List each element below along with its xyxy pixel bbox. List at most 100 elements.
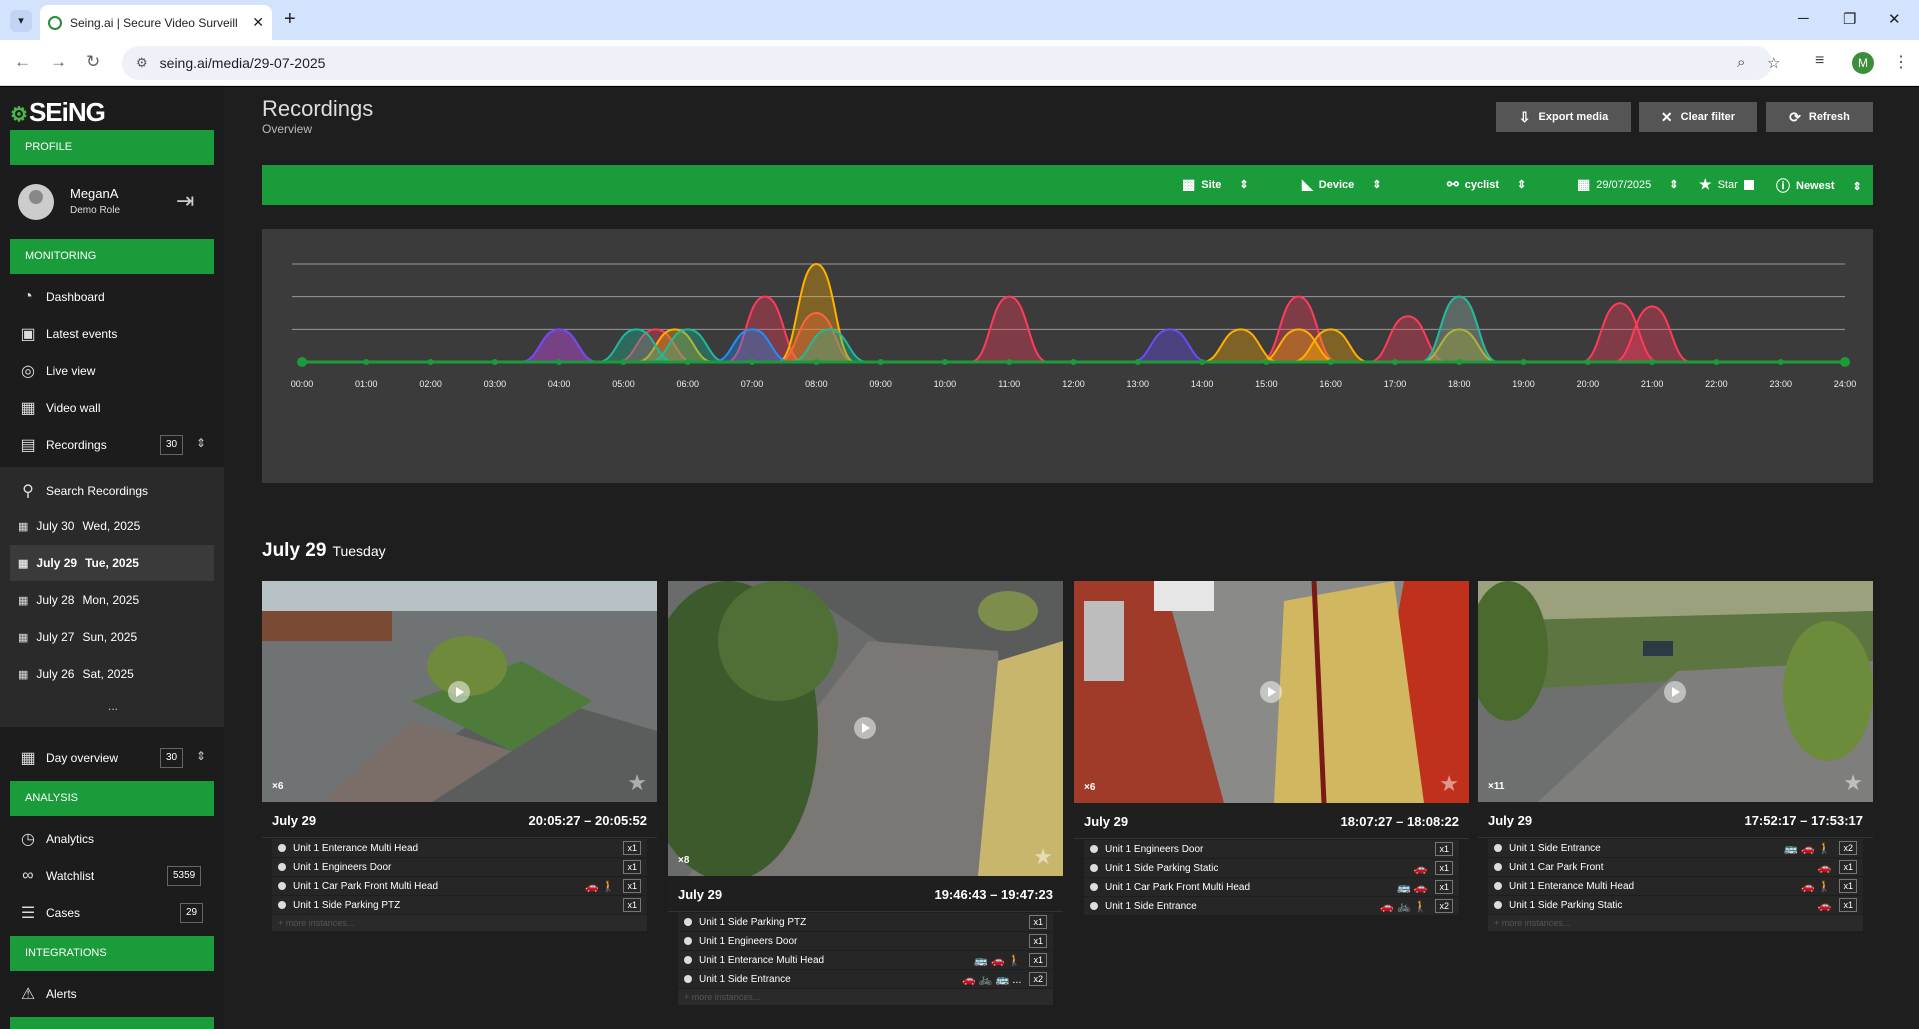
day-item[interactable]: ▦ July 26 Sat, 2025: [10, 656, 214, 692]
list-item[interactable]: Unit 1 Side Parking PTZ x1: [678, 913, 1053, 932]
media-control-icon[interactable]: ≡: [1815, 52, 1824, 70]
list-item[interactable]: Unit 1 Side Entrance 🚗 🚲 🚶 x2: [1084, 897, 1459, 916]
recording-card[interactable]: ×11 ★ July 29 17:52:17 – 17:53:17 Unit 1…: [1478, 581, 1873, 1029]
reload-icon[interactable]: ↻: [86, 52, 100, 72]
site-info-icon[interactable]: ⚙: [136, 55, 148, 71]
list-item[interactable]: Unit 1 Side Parking PTZ x1: [272, 896, 647, 915]
recording-card[interactable]: ×6 ★ July 29 18:07:27 – 18:08:22 Unit 1 …: [1074, 581, 1469, 1029]
bookmark-star-icon[interactable]: ☆: [1767, 54, 1780, 72]
device-filter[interactable]: ◣ Device ⇕: [1302, 176, 1381, 193]
sort-icon[interactable]: ⇕: [1669, 178, 1678, 191]
sort-icon[interactable]: ⇕: [1239, 178, 1248, 191]
clear-filter-button[interactable]: ✕ Clear filter: [1639, 102, 1757, 132]
back-icon[interactable]: ←: [14, 52, 31, 72]
profile-avatar[interactable]: M: [1852, 52, 1874, 74]
list-item[interactable]: Unit 1 Enterance Multi Head 🚌 🚗 🚶 x1: [678, 951, 1053, 970]
day-heading: July 29 Tuesday: [262, 540, 386, 561]
recording-card[interactable]: ×8 ★ July 29 19:46:43 – 19:47:23 Unit 1 …: [668, 581, 1063, 1029]
list-item[interactable]: Unit 1 Enterance Multi Head x1: [272, 839, 647, 858]
day-item[interactable]: ▦ July 27 Sun, 2025: [10, 619, 214, 655]
play-icon[interactable]: [1664, 681, 1686, 703]
list-item[interactable]: Unit 1 Engineers Door x1: [678, 932, 1053, 951]
tab-search-icon[interactable]: ▾: [10, 10, 32, 32]
avatar[interactable]: [18, 184, 54, 220]
search-recordings[interactable]: ⚲ Search Recordings: [18, 477, 218, 505]
favorite-star-icon[interactable]: ★: [1033, 844, 1053, 870]
more-instances-link[interactable]: + more instances...: [272, 915, 647, 931]
sidebar-item-latest-events[interactable]: ▣ Latest events: [18, 320, 218, 348]
monitoring-section-header[interactable]: MONITORING: [10, 239, 214, 274]
recording-card[interactable]: ×6 ★ July 29 20:05:27 – 20:05:52 Unit 1 …: [262, 581, 657, 1029]
favorite-star-icon[interactable]: ★: [627, 770, 647, 796]
menu-icon[interactable]: ⋮: [1893, 52, 1909, 72]
app-logo[interactable]: ⚙SEiNG: [10, 97, 106, 128]
activity-chart[interactable]: 00:00 01:00 02:00 03:00 04:00 05:00 06:00 07:00…: [262, 229, 1873, 483]
list-item[interactable]: Unit 1 Side Parking Static 🚗 x1: [1488, 896, 1863, 915]
favorite-star-icon[interactable]: ★: [1843, 770, 1863, 796]
list-item[interactable]: Unit 1 Car Park Front Multi Head 🚗 🚶 x1: [272, 877, 647, 896]
list-item[interactable]: Unit 1 Car Park Front Multi Head 🚌 🚗 x1: [1084, 878, 1459, 897]
recording-thumbnail[interactable]: ×11 ★: [1478, 581, 1873, 802]
chart-point: [1006, 359, 1013, 365]
list-item[interactable]: Unit 1 Side Entrance 🚗 🚲 🚌 ... x2: [678, 970, 1053, 989]
new-tab-icon[interactable]: +: [284, 8, 296, 31]
star-filter[interactable]: ★ Star: [1699, 176, 1754, 193]
site-filter[interactable]: ▩ Site ⇕: [1182, 176, 1249, 193]
sidebar-item-alerts[interactable]: ⚠ Alerts: [18, 980, 218, 1008]
forward-icon[interactable]: →: [50, 52, 67, 72]
chart-point: [1134, 359, 1141, 365]
list-item[interactable]: Unit 1 Engineers Door x1: [272, 858, 647, 877]
more-instances-link[interactable]: + more instances...: [678, 989, 1053, 1005]
day-item[interactable]: ▦ July 28 Mon, 2025: [10, 582, 214, 618]
sort-icon[interactable]: ⇕: [1517, 178, 1526, 191]
sidebar-item-cases[interactable]: ☰ Cases 29: [18, 899, 218, 927]
close-window-icon[interactable]: ✕: [1888, 10, 1901, 28]
recording-thumbnail[interactable]: ×8 ★: [668, 581, 1063, 876]
day-item-selected[interactable]: ▦ July 29 Tue, 2025: [10, 545, 214, 581]
day-item[interactable]: ▦ July 30 Wed, 2025: [10, 508, 214, 544]
profile-section-header[interactable]: PROFILE: [10, 130, 214, 165]
sidebar-item-analytics[interactable]: ◷ Analytics: [18, 825, 218, 853]
sort-icon[interactable]: ⇕: [196, 749, 206, 763]
play-icon[interactable]: [854, 717, 876, 739]
minimize-icon[interactable]: ─: [1798, 10, 1809, 27]
close-tab-icon[interactable]: ✕: [252, 14, 264, 31]
list-item[interactable]: Unit 1 Engineers Door x1: [1084, 840, 1459, 859]
user-role: Demo Role: [70, 205, 121, 216]
sidebar-item-watchlist[interactable]: ∞ Watchlist 5359: [18, 862, 218, 890]
sidebar-item-recordings[interactable]: ▤ Recordings 30 ⇕: [18, 431, 218, 459]
recording-thumbnail[interactable]: ×6 ★: [1074, 581, 1469, 803]
analysis-section-header[interactable]: ANALYSIS: [10, 781, 214, 816]
list-item[interactable]: Unit 1 Enterance Multi Head 🚗 🚶 x1: [1488, 877, 1863, 896]
order-filter[interactable]: ⓘ Newest ⇕: [1776, 176, 1862, 196]
play-icon[interactable]: [1260, 681, 1282, 703]
play-icon[interactable]: [448, 681, 470, 703]
recording-meta: July 29 20:05:27 – 20:05:52: [262, 802, 657, 838]
refresh-button[interactable]: ⟳ Refresh: [1766, 102, 1873, 132]
date-filter[interactable]: ▦ 29/07/2025 ⇕: [1577, 176, 1679, 193]
sidebar-item-live-view[interactable]: ◎ Live view: [18, 357, 218, 385]
url-field[interactable]: ⚙ seing.ai/media/29-07-2025 ⌕ ☆: [122, 46, 1780, 80]
export-media-button[interactable]: ⇩ Export media: [1496, 102, 1631, 132]
logout-icon[interactable]: ⇥: [176, 188, 194, 214]
sort-icon[interactable]: ⇕: [196, 436, 206, 450]
sidebar-item-video-wall[interactable]: ▦ Video wall: [18, 394, 218, 422]
list-item[interactable]: Unit 1 Side Entrance 🚌 🚗 🚶 x2: [1488, 839, 1863, 858]
sort-icon[interactable]: ⇕: [1372, 178, 1381, 191]
class-filter[interactable]: ⚯ cyclist ⇕: [1447, 176, 1526, 193]
sidebar-item-day-overview[interactable]: ▦ Day overview 30 ⇕: [18, 744, 218, 772]
recording-thumbnail[interactable]: ×6 ★: [262, 581, 657, 802]
list-item[interactable]: Unit 1 Side Parking Static 🚗 x1: [1084, 859, 1459, 878]
browser-tab[interactable]: Seing.ai | Secure Video Surveill ✕: [40, 5, 272, 40]
zoom-icon[interactable]: ⌕: [1737, 54, 1745, 71]
more-days[interactable]: ...: [108, 699, 118, 713]
more-instances-link[interactable]: + more instances...: [1488, 915, 1863, 931]
next-section-header[interactable]: [10, 1017, 214, 1029]
sort-icon[interactable]: ⇕: [1853, 180, 1862, 193]
favorite-star-icon[interactable]: ★: [1439, 771, 1459, 797]
restore-icon[interactable]: ❐: [1843, 10, 1856, 28]
list-item[interactable]: Unit 1 Car Park Front 🚗 x1: [1488, 858, 1863, 877]
star-checkbox[interactable]: [1743, 179, 1754, 190]
integrations-section-header[interactable]: INTEGRATIONS: [10, 936, 214, 971]
sidebar-item-dashboard[interactable]: ◔ Dashboard: [18, 283, 218, 311]
